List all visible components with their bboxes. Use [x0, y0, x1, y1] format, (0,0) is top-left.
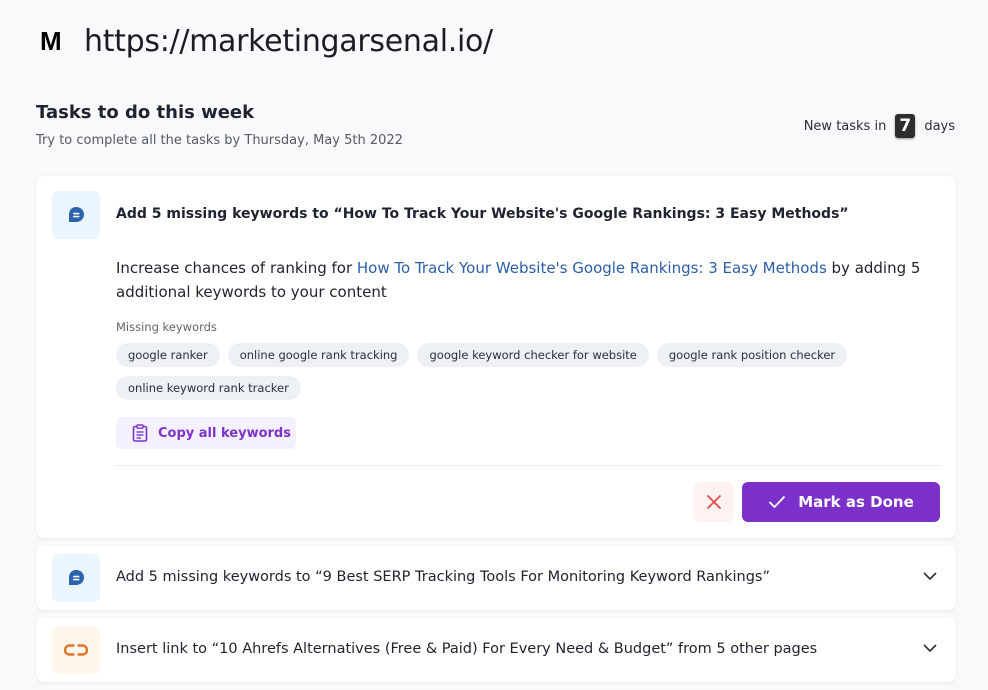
task-title[interactable]: Insert link to “10 Ahrefs Alternatives (…	[116, 641, 817, 657]
task-card[interactable]: Add 5 missing keywords to “9 Best SERP T…	[36, 546, 956, 610]
logo: M	[40, 25, 62, 56]
page-header: M https://marketingarsenal.io/	[40, 22, 493, 60]
chat-bubble-icon	[69, 207, 84, 222]
new-tasks-suffix: days	[924, 118, 955, 134]
days-counter: 7	[895, 114, 916, 138]
keyword-chip: google keyword checker for website	[417, 343, 649, 367]
clipboard-icon	[132, 424, 148, 442]
task-description: Increase chances of ranking for How To T…	[116, 256, 936, 304]
new-tasks-prefix: New tasks in	[803, 118, 887, 134]
chevron-down-icon[interactable]	[922, 640, 938, 656]
task-icon-tile	[52, 626, 100, 674]
chevron-down-icon[interactable]	[922, 568, 938, 584]
site-url: https://marketingarsenal.io/	[84, 23, 493, 59]
task-card[interactable]: Insert link to “10 Ahrefs Alternatives (…	[36, 618, 956, 682]
check-icon	[769, 495, 786, 509]
divider	[116, 465, 940, 466]
task-title[interactable]: Add 5 missing keywords to “How To Track …	[116, 206, 849, 222]
keyword-chip: google ranker	[116, 343, 220, 367]
copy-keywords-button[interactable]: Copy all keywords	[116, 417, 296, 449]
mark-as-done-label: Mark as Done	[798, 493, 914, 511]
link-icon	[64, 644, 88, 656]
keyword-chip: online google rank tracking	[227, 343, 410, 367]
task-icon-tile	[52, 554, 100, 602]
keyword-chips: google ranker online google rank trackin…	[116, 343, 896, 400]
section-title: Tasks to do this week	[36, 102, 255, 123]
article-link[interactable]: How To Track Your Website's Google Ranki…	[357, 259, 827, 277]
task-title[interactable]: Add 5 missing keywords to “9 Best SERP T…	[116, 569, 770, 585]
dismiss-button[interactable]	[694, 482, 734, 522]
keyword-chip: google rank position checker	[656, 343, 848, 367]
missing-keywords-label: Missing keywords	[116, 320, 217, 334]
section-subtitle: Try to complete all the tasks by Thursda…	[36, 133, 403, 148]
new-tasks-countdown: New tasks in 7 days	[804, 114, 955, 138]
description-prefix: Increase chances of ranking for	[116, 259, 357, 277]
copy-keywords-label: Copy all keywords	[158, 425, 291, 441]
chat-bubble-icon	[69, 570, 84, 585]
mark-as-done-button[interactable]: Mark as Done	[742, 482, 940, 522]
close-icon	[706, 494, 722, 510]
keyword-chip: online keyword rank tracker	[116, 376, 301, 400]
task-icon-tile	[52, 191, 100, 239]
task-card: Add 5 missing keywords to “How To Track …	[36, 176, 956, 538]
